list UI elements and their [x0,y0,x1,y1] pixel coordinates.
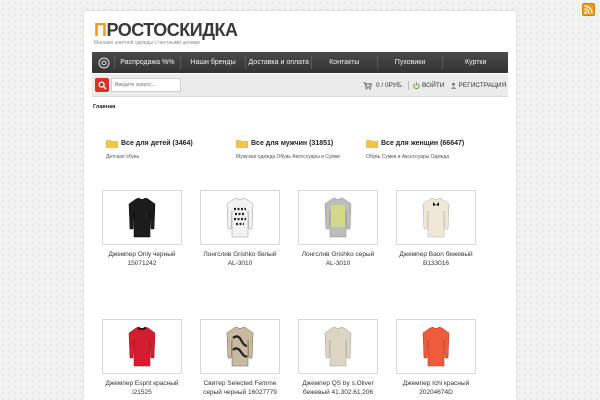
logo-rest: РОСТОСКИДКА [106,20,238,40]
product-card[interactable]: Лонгслив Grishko белый AL-3010 [200,190,280,268]
product-name[interactable]: Джемпер Baon бежевый B133016 [396,250,476,268]
nav-item-brands[interactable]: Наши бренды [181,52,246,73]
category-list: Все для детей (3464) Детская обувь Все д… [106,138,496,160]
power-icon[interactable] [413,82,420,89]
product-image[interactable] [298,190,378,245]
folder-icon [236,140,248,148]
folder-icon [366,140,378,148]
sweater-icon [324,326,352,366]
breadcrumb[interactable]: Главная [93,104,115,110]
product-name[interactable]: Лонгслив Grishko белый AL-3010 [200,250,280,268]
search-icon [97,80,106,89]
page-container: ПРОСТОСКИДКА Магазин элитной одежды с че… [84,11,516,400]
category-men: Все для мужчин (31851) Мужская одежда Об… [236,138,366,160]
product-image[interactable] [396,319,476,374]
site-logo[interactable]: ПРОСТОСКИДКА [94,20,238,40]
register-link[interactable]: РЕГИСТРАЦИЯ [459,82,507,89]
nav-item-contacts[interactable]: Контакты [312,52,377,73]
category-title[interactable]: Все для мужчин (31851) [251,140,333,147]
home-icon [98,57,110,68]
rss-icon[interactable] [582,3,595,16]
main-nav: Распродажа %% Наши бренды Доставка и опл… [92,52,508,73]
product-grid: Джемпер Only черный 15071242 Лонгслив Gr… [102,190,492,400]
search-input[interactable] [111,78,181,92]
product-image[interactable] [102,319,182,374]
nav-item-down-jackets[interactable]: Пуховики [378,52,443,73]
user-icon[interactable] [450,82,457,89]
category-subitems[interactable]: Мужская одежда Обувь Аксессуары и Сумки [236,154,366,160]
product-image[interactable] [298,319,378,374]
category-kids: Все для детей (3464) Детская обувь [106,138,236,160]
sweater-icon [422,197,450,237]
category-title[interactable]: Все для детей (3464) [121,140,193,147]
nav-item-jackets[interactable]: Куртки [443,52,508,73]
home-button[interactable] [94,52,114,73]
folder-icon [106,140,118,148]
product-card[interactable]: Джемпер Only черный 15071242 [102,190,182,268]
product-name[interactable]: Джемпер QS by s.Oliver бежевый 41.302.61… [298,379,378,397]
product-image[interactable] [102,190,182,245]
sweater-icon [226,197,254,237]
product-card[interactable]: Джемпер QS by s.Oliver бежевый 41.302.61… [298,319,378,397]
product-name[interactable]: Джемпер Ichi красный 20204674D [396,379,476,397]
product-card[interactable]: Свитер Selected Femme серый черный 16027… [200,319,280,397]
product-card[interactable]: Джемпер Baon бежевый B133016 [396,190,476,268]
sweater-icon [324,197,352,237]
toolbar-divider [408,81,410,90]
sweater-icon [128,326,156,366]
site-tagline: Магазин элитной одежды с честными ценами [94,40,200,46]
login-link[interactable]: ВОЙТИ [422,82,445,89]
category-women: Все для женщин (66647) Обувь Сумки и Акс… [366,138,496,160]
product-name[interactable]: Свитер Selected Femme серый черный 16027… [200,379,280,397]
product-card[interactable]: Лонгслив Grishko серый AL-3010 [298,190,378,268]
search-bar: 0 / 0РУБ. ВОЙТИ РЕГИСТРАЦИЯ [92,74,508,97]
product-name[interactable]: Джемпер Only черный 15071242 [102,250,182,268]
category-title[interactable]: Все для женщин (66647) [381,140,464,147]
category-subitems[interactable]: Детская обувь [106,154,236,160]
category-subitems[interactable]: Обувь Сумки и Аксессуары Одежда [366,154,496,160]
product-card[interactable]: Джемпер Esprit красный i21525 [102,319,182,397]
nav-item-delivery[interactable]: Доставка и оплата [246,52,311,73]
logo-first-letter: П [94,20,107,40]
product-name[interactable]: Джемпер Esprit красный i21525 [102,379,182,397]
user-toolbar: 0 / 0РУБ. ВОЙТИ РЕГИСТРАЦИЯ [363,81,506,90]
nav-item-sale[interactable]: Распродажа %% [115,52,180,73]
product-image[interactable] [396,190,476,245]
cart-icon[interactable] [363,81,372,90]
product-card[interactable]: Джемпер Ichi красный 20204674D [396,319,476,397]
product-image[interactable] [200,190,280,245]
product-image[interactable] [200,319,280,374]
sweater-icon [128,197,156,237]
product-name[interactable]: Лонгслив Grishko серый AL-3010 [298,250,378,268]
sweater-icon [226,326,254,366]
sweater-icon [422,326,450,366]
search-button[interactable] [95,78,109,92]
cart-total[interactable]: 0 / 0РУБ. [376,82,403,89]
